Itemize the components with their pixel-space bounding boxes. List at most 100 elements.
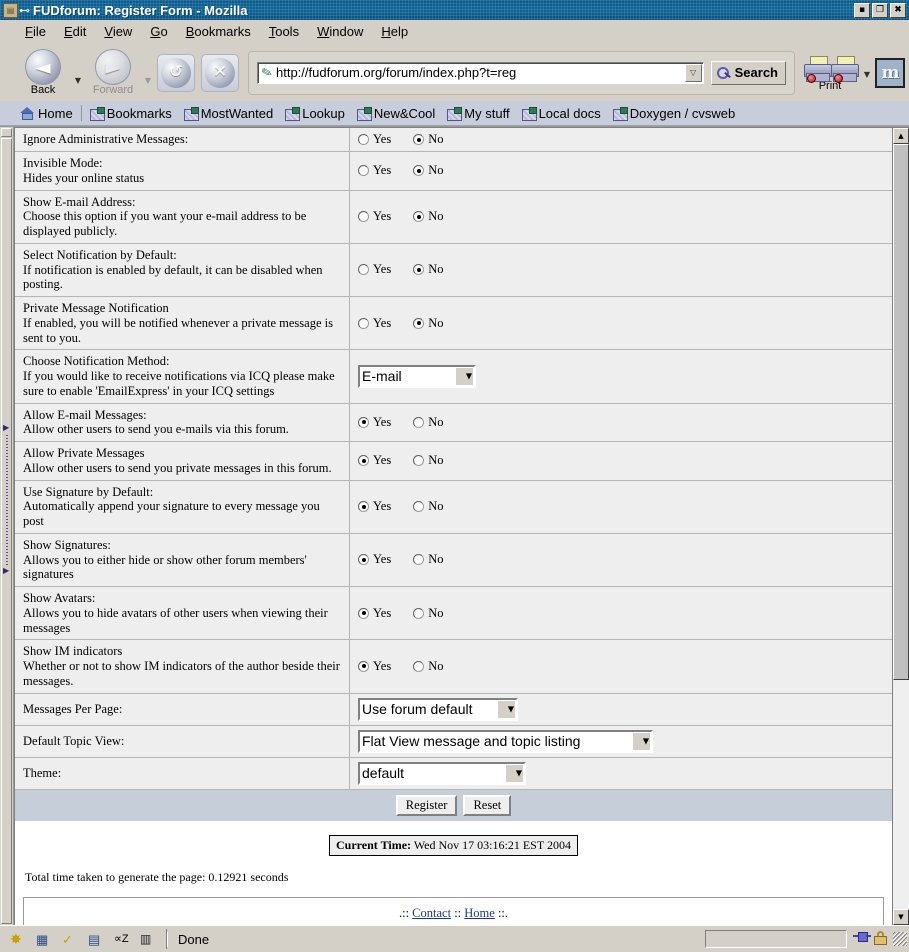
radio-option-yes[interactable]: Yes (358, 209, 391, 224)
menu-bookmarks[interactable]: Bookmarks (177, 22, 260, 41)
radio-option-yes[interactable]: Yes (358, 659, 391, 674)
radio-button-no[interactable] (413, 607, 425, 619)
sidebar-splitter[interactable]: ▶ ▶ (1, 138, 12, 924)
bookmark-newandcool[interactable]: New&Cool (351, 106, 441, 121)
radio-option-yes[interactable]: Yes (358, 499, 391, 514)
stop-button[interactable]: ✕ (198, 53, 242, 92)
radio-button-no[interactable] (413, 165, 425, 177)
bookmark-doxygen-cvsweb[interactable]: Doxygen / cvsweb (607, 106, 742, 121)
radio-button-yes[interactable] (358, 165, 369, 177)
sidebar-expand-icon[interactable]: ▶ (3, 424, 11, 432)
radio-option-no[interactable]: No (413, 262, 443, 277)
url-input[interactable]: http://fudforum.org/forum/index.php?t=re… (276, 65, 685, 80)
bookmark-localdocs[interactable]: Local docs (516, 106, 607, 121)
vertical-scrollbar[interactable]: ▲ ▼ (892, 128, 909, 925)
radio-option-yes[interactable]: Yes (358, 552, 391, 567)
radio-option-no[interactable]: No (413, 499, 443, 514)
select-default-topic-view[interactable]: Flat View message and topic listingThrea… (358, 729, 653, 753)
forward-history-dropdown[interactable]: ▼ (142, 76, 154, 85)
menu-go[interactable]: Go (141, 22, 176, 41)
menu-view[interactable]: View (95, 22, 141, 41)
radio-button-no[interactable] (413, 264, 425, 276)
minimize-button[interactable]: ▪ (854, 2, 870, 18)
radio-button-no[interactable] (413, 501, 425, 513)
print-dropdown[interactable]: ▼ (861, 70, 873, 79)
search-button[interactable]: Search (710, 60, 786, 85)
radio-button-no[interactable] (413, 317, 425, 329)
radio-button-no[interactable] (413, 416, 425, 428)
connection-status[interactable] (853, 931, 871, 947)
scrollbar-track[interactable] (893, 144, 909, 909)
radio-option-no[interactable]: No (413, 552, 443, 567)
url-dropdown-button[interactable]: ▽ (684, 63, 702, 82)
close-button[interactable]: ✖ (890, 2, 906, 18)
url-input-wrapper[interactable]: ✎ http://fudforum.org/forum/index.php?t=… (257, 61, 704, 84)
mail-icon[interactable]: ▦ (36, 932, 53, 947)
radio-button-yes[interactable] (358, 211, 369, 223)
menu-help[interactable]: Help (372, 22, 417, 41)
bookmark-lookup[interactable]: Lookup (279, 106, 351, 121)
radio-option-no[interactable]: No (413, 163, 443, 178)
contact-link[interactable]: Contact (412, 906, 451, 920)
bookmark-home[interactable]: Home (14, 106, 79, 121)
menu-edit[interactable]: Edit (55, 22, 95, 41)
scroll-down-button[interactable]: ▼ (893, 909, 909, 925)
bookmark-bookmarks[interactable]: Bookmarks (84, 106, 178, 121)
bookmark-mostwanted[interactable]: MostWanted (178, 106, 280, 121)
radio-option-yes[interactable]: Yes (358, 316, 391, 331)
radio-button-yes[interactable] (358, 501, 369, 513)
scrollbar-thumb[interactable] (893, 144, 909, 680)
back-history-dropdown[interactable]: ▼ (72, 76, 84, 85)
bookmark-mystuff[interactable]: My stuff (441, 106, 515, 121)
radio-option-yes[interactable]: Yes (358, 132, 391, 147)
scroll-up-button[interactable]: ▲ (893, 128, 909, 144)
radio-button-yes[interactable] (358, 455, 369, 467)
radio-option-yes[interactable]: Yes (358, 415, 391, 430)
radio-button-yes[interactable] (358, 134, 369, 145)
select-theme[interactable]: default (358, 761, 526, 785)
radio-option-no[interactable]: No (413, 659, 443, 674)
radio-button-no[interactable] (413, 455, 425, 467)
radio-button-no[interactable] (413, 211, 425, 223)
radio-option-no[interactable]: No (413, 415, 443, 430)
home-link[interactable]: Home (464, 906, 495, 920)
radio-option-yes[interactable]: Yes (358, 262, 391, 277)
reset-button[interactable]: Reset (463, 794, 512, 816)
addressbook-icon[interactable]: ▤ (88, 932, 105, 947)
radio-button-yes[interactable] (358, 317, 369, 329)
radio-button-yes[interactable] (358, 607, 369, 619)
radio-option-no[interactable]: No (413, 316, 443, 331)
forward-button[interactable]: ► Forward (84, 49, 142, 96)
back-button[interactable]: ◄ Back (14, 49, 72, 96)
sidebar-expand-icon[interactable]: ▶ (3, 567, 11, 575)
radio-button-no[interactable] (413, 134, 425, 145)
radio-button-no[interactable] (413, 554, 425, 566)
radio-option-yes[interactable]: Yes (358, 453, 391, 468)
radio-option-no[interactable]: No (413, 453, 443, 468)
chatzilla-icon[interactable]: ∝Z (114, 932, 131, 947)
history-icon[interactable]: ▥ (140, 932, 157, 947)
radio-option-no[interactable]: No (413, 132, 443, 147)
select-choose-notification-method[interactable]: E-mailICQ (358, 364, 476, 388)
navigator-icon[interactable]: ✸ (10, 931, 27, 947)
radio-option-yes[interactable]: Yes (358, 606, 391, 621)
radio-option-yes[interactable]: Yes (358, 163, 391, 178)
radio-button-yes[interactable] (358, 660, 369, 672)
radio-button-yes[interactable] (358, 264, 369, 276)
composer-icon[interactable]: ✓ (62, 932, 79, 947)
select-messages-per-page[interactable]: Use forum default1015202550 (358, 697, 518, 721)
sidebar-top-handle[interactable] (1, 128, 12, 137)
menu-window[interactable]: Window (308, 22, 372, 41)
menu-tools[interactable]: Tools (260, 22, 308, 41)
menu-file[interactable]: File (16, 22, 55, 41)
print-button[interactable]: Print (799, 53, 861, 92)
mozilla-throbber-icon[interactable]: m (875, 57, 905, 88)
resize-grip[interactable] (893, 932, 907, 946)
radio-button-yes[interactable] (358, 554, 369, 566)
register-button[interactable]: Register (395, 794, 458, 816)
radio-option-no[interactable]: No (413, 209, 443, 224)
radio-button-yes[interactable] (358, 416, 369, 428)
maximize-button[interactable]: ❐ (872, 2, 888, 18)
security-status[interactable] (874, 931, 888, 947)
radio-option-no[interactable]: No (413, 606, 443, 621)
